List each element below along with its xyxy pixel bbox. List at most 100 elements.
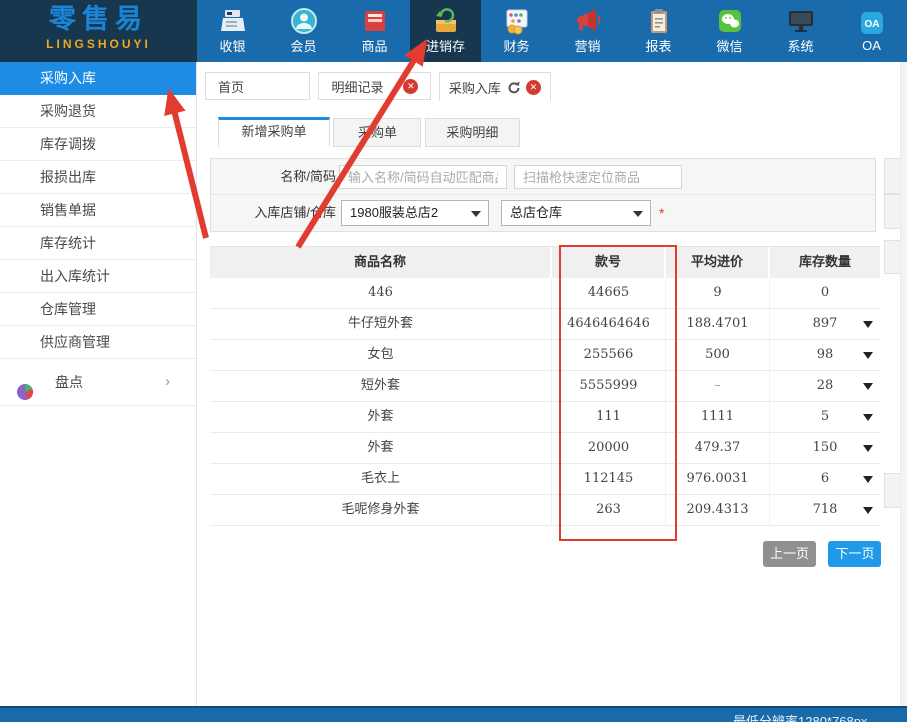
sidebar-item-sales-documents[interactable]: 销售单据 (0, 194, 196, 227)
clipped-panel-block (884, 473, 900, 508)
logo-title: 零售易 (0, 0, 197, 37)
sidebar-item-purchase-return[interactable]: 采购退货 (0, 95, 196, 128)
qty-value: 0 (821, 285, 829, 300)
cell-style-no: 112145 (552, 464, 666, 494)
cell-product-name: 短外套 (210, 371, 552, 401)
cell-stock-qty: 98 (770, 340, 880, 370)
prev-page-button[interactable]: 上一页 (763, 541, 816, 567)
tab-purchase-inbound[interactable]: 采购入库 ✕ (439, 72, 551, 101)
expand-caret-icon[interactable] (863, 445, 873, 452)
store-select[interactable]: 1980服装总店2 (341, 200, 489, 226)
cell-product-name: 毛衣上 (210, 464, 552, 494)
purchase-form: 名称/简码 入库店铺/仓库 1980服装总店2 总店仓库 * (210, 158, 876, 232)
cell-stock-qty: 0 (770, 278, 880, 308)
resolution-note: 最低分辨率1280*768px (733, 711, 867, 722)
close-icon[interactable]: ✕ (403, 79, 418, 94)
nav-item-oa[interactable]: OA OA (836, 0, 907, 62)
header-avg-price: 平均进价 (666, 247, 770, 278)
cell-style-no: 44665 (552, 278, 666, 308)
subtab-purchase-orders[interactable]: 采购单 (333, 118, 421, 147)
table-row[interactable]: 女包 255566 500 98 (210, 340, 880, 371)
sidebar-item-stocktake[interactable]: 盘点 › (0, 359, 196, 406)
expand-caret-icon[interactable] (863, 383, 873, 390)
top-navbar: 零售易 LINGSHOUYI 收银 会员 商品 进销存 财务 (0, 0, 907, 62)
sidebar-item-supplier-mgmt[interactable]: 供应商管理 (0, 326, 196, 359)
close-icon[interactable]: ✕ (526, 80, 541, 95)
store-select-value: 1980服装总店2 (350, 205, 438, 220)
table-row[interactable]: 外套 20000 479.37 150 (210, 433, 880, 464)
tab-label: 明细记录 (331, 77, 383, 96)
sidebar-item-stock-stats[interactable]: 库存统计 (0, 227, 196, 260)
cell-product-name: 牛仔短外套 (210, 309, 552, 339)
nav-label: 营销 (574, 36, 600, 55)
cell-style-no: 5555999 (552, 371, 666, 401)
cell-product-name: 外套 (210, 402, 552, 432)
subtab-purchase-detail[interactable]: 采购明细 (425, 118, 520, 147)
tab-home[interactable]: 首页 (205, 72, 310, 100)
footer-bar: 最低分辨率1280*768px (0, 706, 907, 722)
nav-item-cashier[interactable]: 收银 (197, 0, 268, 62)
cell-style-no: 111 (552, 402, 666, 432)
scanner-input[interactable] (514, 165, 682, 189)
subtab-label: 采购明细 (446, 125, 498, 140)
cell-stock-qty: 6 (770, 464, 880, 494)
cell-style-no: 263 (552, 495, 666, 525)
nav-item-reports[interactable]: 报表 (623, 0, 694, 62)
nav-label: 收银 (219, 36, 245, 55)
sidebar-item-label: 盘点 (55, 374, 83, 390)
cell-product-name: 外套 (210, 433, 552, 463)
nav-item-goods[interactable]: 商品 (339, 0, 410, 62)
sidebar-item-purchase-inbound[interactable]: 采购入库 (0, 62, 196, 95)
vertical-scrollbar[interactable] (900, 62, 907, 706)
logo-subtitle: LINGSHOUYI (0, 37, 197, 51)
form-row-name: 名称/简码 (211, 159, 875, 195)
subtab-new-purchase-order[interactable]: 新增采购单 (218, 117, 330, 147)
nav-label: 财务 (503, 36, 529, 55)
cell-product-name: 446 (210, 278, 552, 308)
expand-caret-icon[interactable] (863, 321, 873, 328)
nav-item-finance[interactable]: 财务 (481, 0, 552, 62)
nav-item-marketing[interactable]: 营销 (552, 0, 623, 62)
table-row[interactable]: 毛衣上 112145 976.0031 6 (210, 464, 880, 495)
nav-item-member[interactable]: 会员 (268, 0, 339, 62)
sidebar-item-label: 销售单据 (40, 202, 96, 218)
sidebar-item-label: 库存统计 (40, 235, 96, 251)
store-warehouse-label: 入库店铺/仓库 (211, 195, 336, 231)
table-row[interactable]: 外套 111 1111 5 (210, 402, 880, 433)
tab-detail-records[interactable]: 明细记录 ✕ (318, 72, 431, 100)
warehouse-select[interactable]: 总店仓库 (501, 200, 651, 226)
expand-caret-icon[interactable] (863, 414, 873, 421)
refresh-icon[interactable] (507, 81, 520, 94)
sidebar-item-stock-transfer[interactable]: 库存调拨 (0, 128, 196, 161)
nav-item-wechat[interactable]: 微信 (694, 0, 765, 62)
qty-value: 28 (817, 378, 834, 393)
sidebar-item-inout-stats[interactable]: 出入库统计 (0, 260, 196, 293)
cell-avg-price: 188.4701 (666, 309, 770, 339)
expand-caret-icon[interactable] (863, 507, 873, 514)
table-row[interactable]: 毛呢修身外套 263 209.4313 718 (210, 495, 880, 526)
top-nav-items: 收银 会员 商品 进销存 财务 营销 (197, 0, 907, 62)
table-row[interactable]: 牛仔短外套 4646464646 188.4701 897 (210, 309, 880, 340)
sidebar-item-warehouse-mgmt[interactable]: 仓库管理 (0, 293, 196, 326)
nav-label: 系统 (787, 36, 813, 55)
cell-avg-price: – (666, 371, 770, 401)
cell-stock-qty: 28 (770, 371, 880, 401)
table-row[interactable]: 446 44665 9 0 (210, 278, 880, 309)
svg-text:OA: OA (864, 19, 879, 30)
inventory-icon (431, 7, 461, 35)
nav-item-inventory[interactable]: 进销存 (410, 0, 481, 62)
app-window: 零售易 LINGSHOUYI 收银 会员 商品 进销存 财务 (0, 0, 907, 722)
sidebar-item-label: 采购入库 (40, 70, 96, 86)
expand-caret-icon[interactable] (863, 352, 873, 359)
cash-register-icon (218, 7, 248, 35)
sidebar-item-label: 报损出库 (40, 169, 96, 185)
name-code-label: 名称/简码 (211, 159, 336, 195)
subtab-strip: 新增采购单 采购单 采购明细 (218, 117, 520, 147)
oa-icon: OA (857, 9, 887, 37)
table-row[interactable]: 短外套 5555999 – 28 (210, 371, 880, 402)
name-code-input[interactable] (339, 165, 507, 189)
next-page-button[interactable]: 下一页 (828, 541, 881, 567)
nav-item-system[interactable]: 系统 (765, 0, 836, 62)
sidebar-item-damage-outbound[interactable]: 报损出库 (0, 161, 196, 194)
expand-caret-icon[interactable] (863, 476, 873, 483)
